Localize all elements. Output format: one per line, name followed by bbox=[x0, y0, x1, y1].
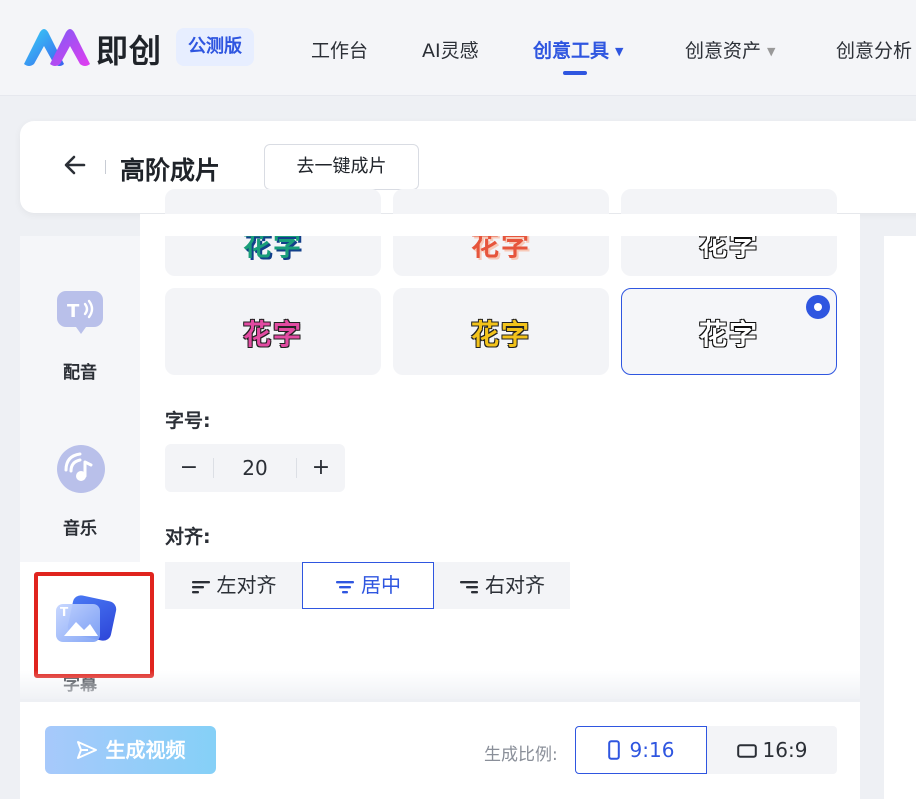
nav-label: 创意分析 bbox=[836, 40, 913, 62]
nav-item-workbench[interactable]: 工作台 bbox=[311, 36, 368, 63]
selected-radio-icon bbox=[806, 295, 830, 319]
text-style-card[interactable]: 花字 bbox=[393, 288, 609, 375]
align-left-icon bbox=[191, 580, 210, 593]
text-style-card[interactable]: 花字 bbox=[165, 288, 381, 375]
decrease-button[interactable]: − bbox=[165, 444, 213, 492]
divider bbox=[105, 160, 106, 174]
ratio-9-16-button[interactable]: 9:16 bbox=[575, 726, 707, 774]
ratio-option-label: 16:9 bbox=[762, 738, 808, 762]
page-title: 高阶成片 bbox=[120, 156, 221, 185]
align-center-button[interactable]: 居中 bbox=[302, 562, 434, 609]
right-preview-panel bbox=[884, 236, 916, 799]
text-style-sample: 花字 bbox=[242, 318, 303, 351]
landscape-screen-icon bbox=[736, 744, 757, 758]
send-icon bbox=[76, 741, 97, 759]
nav-label: 创意资产 bbox=[685, 40, 762, 62]
nav-label: 创意工具 bbox=[533, 40, 610, 62]
nav-item-creative-assets[interactable]: 创意资产 ▼ bbox=[685, 36, 775, 63]
align-right-button[interactable]: 右对齐 bbox=[434, 562, 570, 609]
align-center-icon bbox=[336, 580, 354, 593]
nav-label: AI灵感 bbox=[422, 40, 479, 62]
back-arrow-icon[interactable] bbox=[60, 150, 90, 180]
sidebar-item-voiceover[interactable]: T 配音 bbox=[20, 286, 140, 386]
tts-speech-icon: T bbox=[57, 291, 103, 334]
scroll-fade bbox=[20, 670, 860, 700]
alignment-label: 对齐: bbox=[165, 526, 211, 548]
align-option-label: 右对齐 bbox=[485, 573, 545, 597]
sidebar-item-label: 音乐 bbox=[63, 519, 97, 539]
nav-active-indicator bbox=[563, 71, 587, 75]
caret-down-icon: ▼ bbox=[615, 45, 624, 58]
align-option-label: 居中 bbox=[361, 573, 401, 597]
font-size-value[interactable]: 20 bbox=[213, 444, 297, 492]
nav-item-ai-inspiration[interactable]: AI灵感 bbox=[422, 36, 479, 63]
text-style-card-selected[interactable]: 花字 bbox=[621, 288, 837, 375]
svg-text:T: T bbox=[67, 301, 80, 322]
portrait-phone-icon bbox=[607, 740, 620, 760]
caret-down-icon: ▼ bbox=[767, 45, 776, 58]
music-disc-icon bbox=[57, 445, 105, 493]
ratio-16-9-button[interactable]: 16:9 bbox=[707, 726, 837, 774]
generate-video-button[interactable]: 生成视频 bbox=[45, 726, 216, 774]
brand-name: 即创 bbox=[96, 32, 163, 70]
nav-label: 工作台 bbox=[311, 40, 369, 62]
text-style-sample: 花字 bbox=[698, 318, 759, 351]
align-left-button[interactable]: 左对齐 bbox=[165, 562, 302, 609]
align-option-label: 左对齐 bbox=[216, 573, 277, 597]
nav-item-creative-analysis[interactable]: 创意分析 bbox=[836, 36, 912, 63]
sidebar-item-music[interactable]: 音乐 bbox=[20, 440, 140, 540]
beta-badge: 公测版 bbox=[176, 28, 254, 66]
text-style-sample: 花字 bbox=[470, 318, 531, 351]
svg-text:T: T bbox=[60, 605, 69, 619]
jichuang-logo-icon[interactable] bbox=[20, 24, 92, 70]
font-size-label: 字号: bbox=[165, 410, 211, 432]
ratio-option-label: 9:16 bbox=[629, 738, 675, 762]
scroll-clip-mask bbox=[140, 214, 860, 236]
ratio-label: 生成比例: bbox=[484, 745, 558, 765]
generate-video-label: 生成视频 bbox=[105, 738, 186, 762]
sidebar-item-label: 配音 bbox=[63, 363, 97, 383]
increase-button[interactable]: + bbox=[297, 444, 345, 492]
subtitle-image-icon: T bbox=[56, 595, 117, 642]
nav-item-creative-tools[interactable]: 创意工具 ▼ bbox=[533, 36, 623, 63]
font-size-stepper: − 20 + bbox=[165, 444, 345, 492]
align-right-icon bbox=[460, 580, 478, 593]
one-click-video-button[interactable]: 去一键成片 bbox=[264, 144, 419, 190]
